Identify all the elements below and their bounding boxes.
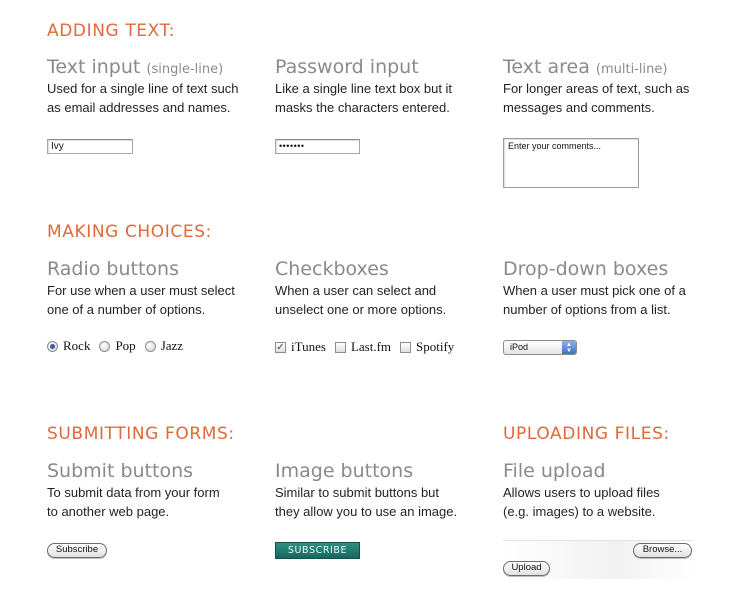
password-input-title: Password input [275, 56, 419, 78]
dropdown-select[interactable]: iPod ▲ ▼ [503, 340, 577, 355]
upload-button[interactable]: Upload [503, 561, 550, 576]
dropdown-desc-line2: number of options from a list. [503, 301, 671, 317]
password-input-field[interactable]: ••••••• [275, 139, 360, 154]
submit-buttons-desc-line1: To submit data from your form [47, 485, 220, 500]
file-upload-desc-line2: (e.g. images) to a website. [503, 503, 656, 519]
section-heading-adding-text: ADDING TEXT: [47, 21, 176, 41]
text-input-desc-line1: Used for a single line of text such [47, 81, 239, 96]
file-upload-desc-line1: Allows users to upload files [503, 485, 660, 500]
checkboxes-title: Checkboxes [275, 258, 389, 280]
checkboxes-desc-line2: unselect one or more options. [275, 301, 447, 317]
radio-buttons-desc-line2: one of a number of options. [47, 301, 206, 317]
dropdown-arrows-icon: ▲ ▼ [562, 341, 576, 354]
file-upload-description: Allows users to upload files (e.g. image… [503, 484, 660, 521]
radio-buttons-title: Radio buttons [47, 258, 179, 280]
checkbox-group: ✓ iTunes Last.fm Spotify [275, 339, 463, 355]
subscribe-submit-button[interactable]: Subscribe [47, 543, 107, 558]
checkboxes-desc-line1: When a user can select and [275, 283, 437, 298]
checkbox-spotify[interactable] [400, 341, 412, 353]
text-area-desc-line2: messages and comments. [503, 99, 655, 115]
checkbox-lastfm[interactable] [334, 341, 346, 353]
radio-buttons-description: For use when a user must select one of a… [47, 282, 235, 319]
text-area-field[interactable]: Enter your comments... [503, 138, 639, 188]
password-input-desc-line1: Like a single line text box but it [275, 81, 453, 96]
image-buttons-desc-line2: they allow you to use an image. [275, 503, 458, 519]
radio-rock[interactable] [47, 340, 58, 352]
checkbox-label-lastfm: Last.fm [350, 339, 392, 354]
text-area-title: Text area (multi-line) [503, 56, 667, 78]
submit-buttons-title: Submit buttons [47, 460, 194, 482]
radio-group: Rock Pop Jazz [47, 338, 192, 354]
text-input-field[interactable]: Ivy [47, 139, 133, 154]
text-input-title: Text input (single-line) [47, 56, 223, 78]
radio-jazz[interactable] [144, 340, 156, 352]
dropdown-selected-value: iPod [510, 342, 529, 352]
password-input-desc-line2: masks the characters entered. [275, 99, 450, 115]
browse-button[interactable]: Browse... [633, 543, 692, 558]
radio-label-jazz: Jazz [160, 338, 184, 353]
radio-label-pop: Pop [115, 338, 136, 353]
image-buttons-title: Image buttons [275, 460, 414, 482]
text-area-desc-line1: For longer areas of text, such as [503, 81, 690, 96]
file-upload-title: File upload [503, 460, 606, 482]
text-input-desc-line2: as email addresses and names. [47, 99, 231, 115]
subscribe-image-button[interactable]: SUBSCRIBE [275, 542, 360, 559]
section-heading-making-choices: MAKING CHOICES: [47, 222, 212, 242]
text-area-title-label: Text area [503, 56, 590, 78]
submit-buttons-description: To submit data from your form to another… [47, 484, 220, 521]
checkboxes-description: When a user can select and unselect one … [275, 282, 446, 319]
submit-buttons-desc-line2: to another web page. [47, 503, 170, 519]
text-area-title-note: (multi-line) [595, 62, 668, 77]
password-input-description: Like a single line text box but it masks… [275, 80, 452, 117]
text-area-description: For longer areas of text, such as messag… [503, 80, 689, 117]
section-heading-submitting-forms: SUBMITTING FORMS: [47, 424, 235, 444]
checkbox-label-itunes: iTunes [291, 339, 326, 354]
section-heading-uploading-files: UPLOADING FILES: [503, 424, 670, 444]
text-input-description: Used for a single line of text such as e… [47, 80, 239, 117]
image-buttons-description: Similar to submit buttons but they allow… [275, 484, 457, 521]
checkbox-label-spotify: Spotify [416, 339, 455, 354]
radio-label-rock: Rock [63, 338, 91, 353]
dropdown-desc-line1: When a user must pick one of a [503, 283, 686, 298]
dropdown-title: Drop-down boxes [503, 258, 669, 280]
radio-pop[interactable] [99, 340, 111, 352]
dropdown-description: When a user must pick one of a number of… [503, 282, 686, 319]
text-input-title-note: (single-line) [146, 62, 224, 77]
text-input-title-label: Text input [47, 56, 141, 78]
image-buttons-desc-line1: Similar to submit buttons but [275, 485, 440, 500]
radio-buttons-desc-line1: For use when a user must select [47, 283, 235, 298]
checkbox-itunes[interactable]: ✓ [275, 341, 286, 353]
